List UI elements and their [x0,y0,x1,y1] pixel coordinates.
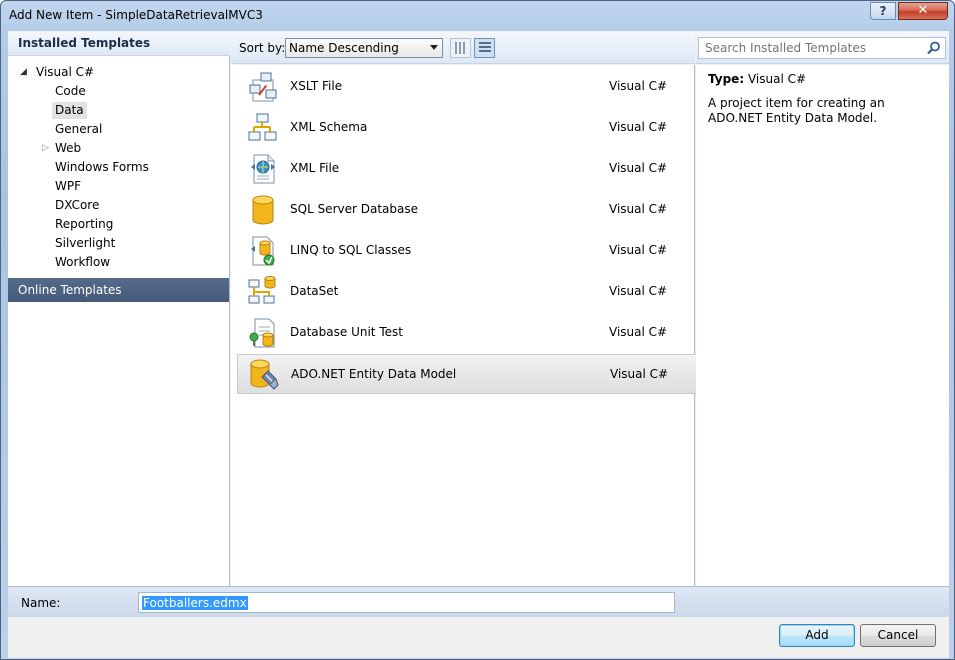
template-name: DataSet [290,284,339,298]
sort-by-value: Name Descending [289,41,399,55]
template-language: Visual C# [609,202,668,216]
template-categories-pane: Installed Templates ◢ Visual C# Code Dat… [8,31,230,586]
template-item-database-unit-test[interactable]: Database Unit Test Visual C# [237,313,697,353]
search-input[interactable] [699,38,919,58]
sql-database-icon [247,194,279,226]
tree-item-web[interactable]: ▷ Web [8,140,230,159]
list-view-icon [479,42,491,54]
template-language: Visual C# [609,161,668,175]
template-language: Visual C# [609,325,668,339]
tree-item-label: Workflow [55,255,111,269]
tree-item-label: Visual C# [36,65,95,79]
template-tree: ◢ Visual C# Code Data General ▷ Web Wind [8,64,230,273]
tree-item-label: Web [55,141,82,155]
template-item-dataset[interactable]: DataSet Visual C# [237,272,697,312]
search-templates-box[interactable] [698,37,946,59]
tree-item-windows-forms[interactable]: Windows Forms [8,159,230,178]
dataset-icon [247,276,279,308]
tree-item-label: Code [55,84,86,98]
sort-toolbar: Sort by: Name Descending [231,31,695,64]
template-name: XML File [290,161,340,175]
online-templates-header[interactable]: Online Templates [8,278,229,302]
window-title: Add New Item - SimpleDataRetrievalMVC3 [9,8,263,22]
tree-item-label: Silverlight [55,236,116,250]
entity-data-model-icon [248,359,280,391]
sort-by-dropdown[interactable]: Name Descending [285,38,443,58]
type-label: Type: [708,72,745,86]
tree-item-data[interactable]: Data [8,102,230,121]
linq-to-sql-icon [247,235,279,267]
tree-item-label: DXCore [55,198,100,212]
tree-item-workflow[interactable]: Workflow [8,254,230,273]
add-button[interactable]: Add [779,624,855,647]
template-language: Visual C# [609,243,668,257]
tree-item-label: Data [52,102,87,119]
small-icons-view-button[interactable] [450,38,471,58]
tree-item-reporting[interactable]: Reporting [8,216,230,235]
template-name: XSLT File [290,79,343,93]
type-value: Visual C# [747,72,807,86]
tree-item-label: Reporting [55,217,114,231]
name-bar: Name: Footballers.edmx [8,586,949,617]
template-description: A project item for creating an ADO.NET E… [708,96,885,125]
close-button[interactable]: ✕ [898,2,948,20]
name-label: Name: [21,596,61,610]
collapsed-arrow-icon[interactable]: ▷ [42,140,49,157]
small-icons-view-icon [455,42,467,54]
chevron-down-icon [430,45,438,50]
tree-item-wpf[interactable]: WPF [8,178,230,197]
xml-schema-icon [247,112,279,144]
template-name: XML Schema [290,120,368,134]
xslt-file-icon [247,71,279,103]
search-icon[interactable] [927,41,941,55]
tree-item-label: Windows Forms [55,160,149,174]
help-button[interactable]: ? [870,2,896,20]
tree-item-dxcore[interactable]: DXCore [8,197,230,216]
tree-item-visual-csharp[interactable]: ◢ Visual C# [8,64,230,83]
dialog-client-area: Installed Templates ◢ Visual C# Code Dat… [8,31,949,658]
tree-item-silverlight[interactable]: Silverlight [8,235,230,254]
template-details-pane: Type: Visual C# A project item for creat… [696,65,949,586]
xml-file-icon [247,153,279,185]
template-language: Visual C# [610,367,669,381]
title-bar[interactable]: Add New Item - SimpleDataRetrievalMVC3 ?… [1,1,954,29]
template-item-xslt-file[interactable]: XSLT File Visual C# [237,67,697,107]
template-list: XSLT File Visual C# XML Schema Visual C# [231,65,697,586]
template-item-ado-net-entity-data-model[interactable]: ADO.NET Entity Data Model Visual C# [237,354,697,394]
tree-item-general[interactable]: General [8,121,230,140]
template-item-xml-file[interactable]: XML File Visual C# [237,149,697,189]
name-input-selected-text[interactable]: Footballers.edmx [142,596,248,610]
sort-by-label: Sort by: [239,41,286,55]
template-name: LINQ to SQL Classes [290,243,412,257]
expanded-arrow-icon[interactable]: ◢ [20,64,27,81]
template-language: Visual C# [609,79,668,93]
list-view-button[interactable] [474,38,495,58]
template-name: SQL Server Database [290,202,418,216]
installed-templates-header[interactable]: Installed Templates [8,31,230,56]
cancel-button[interactable]: Cancel [860,624,936,647]
template-language: Visual C# [609,284,668,298]
template-name: ADO.NET Entity Data Model [291,367,457,381]
template-item-linq-to-sql-classes[interactable]: LINQ to SQL Classes Visual C# [237,231,697,271]
template-language: Visual C# [609,120,668,134]
close-icon: ✕ [917,3,929,18]
tree-item-label: General [55,122,103,136]
template-type-line: Type: Visual C# [708,72,937,86]
tree-item-label: WPF [55,179,82,193]
tree-item-code[interactable]: Code [8,83,230,102]
template-item-xml-schema[interactable]: XML Schema Visual C# [237,108,697,148]
template-name: Database Unit Test [290,325,403,339]
database-unit-test-icon [247,317,279,349]
add-new-item-dialog: Add New Item - SimpleDataRetrievalMVC3 ?… [0,0,955,660]
template-item-sql-server-database[interactable]: SQL Server Database Visual C# [237,190,697,230]
